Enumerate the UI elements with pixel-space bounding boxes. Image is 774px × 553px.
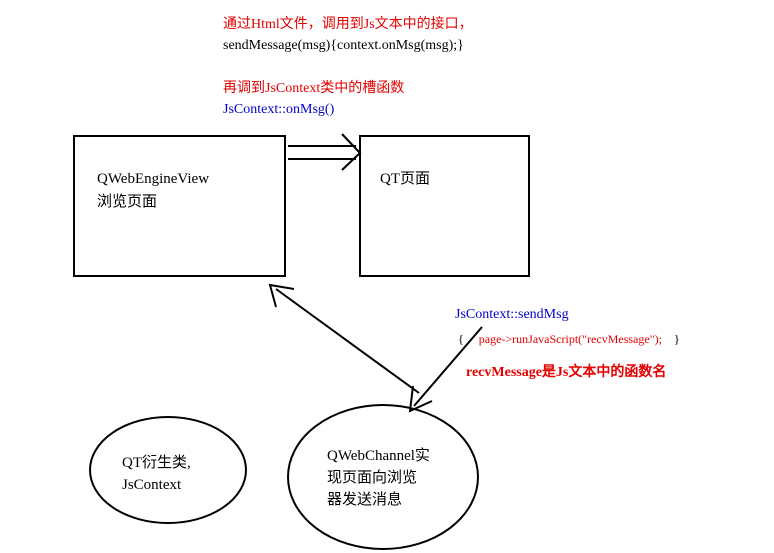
arrow-channel-to-view [270,285,419,393]
rightnote-line1: JsContext::sendMsg [455,304,569,325]
topnote-line1: 通过Html文件，调用到Js文本中的接口， [223,14,473,35]
midnote-line2: JsContext::onMsg() [223,99,334,120]
arrow-left-to-right [288,134,360,170]
boxright-line1: QT页面 [380,168,430,191]
boxleft-line1: QWebEngineView [97,168,209,191]
topnote-line2: sendMessage(msg){context.onMsg(msg);} [223,35,464,56]
rightnote-brace-open: { [458,332,464,346]
rightnote-line3: recvMessage是Js文本中的函数名 [466,362,666,383]
ellipseright-line3: 器发送消息 [327,489,402,512]
rightnote-brace-close: } [674,332,680,346]
midnote-line1: 再调到JsContext类中的槽函数 [223,78,404,99]
boxleft-line2: 浏览页面 [97,191,157,214]
ellipseright-line1: QWebChannel实 [327,445,430,468]
ellipseright-line2: 现页面向浏览 [327,467,417,490]
ellipseleft-line2: JsContext [122,474,181,497]
ellipseleft-line1: QT衍生类, [122,452,191,475]
box-qt-page [360,136,529,276]
rightnote-code: page->runJavaScript("recvMessage"); [479,332,662,346]
